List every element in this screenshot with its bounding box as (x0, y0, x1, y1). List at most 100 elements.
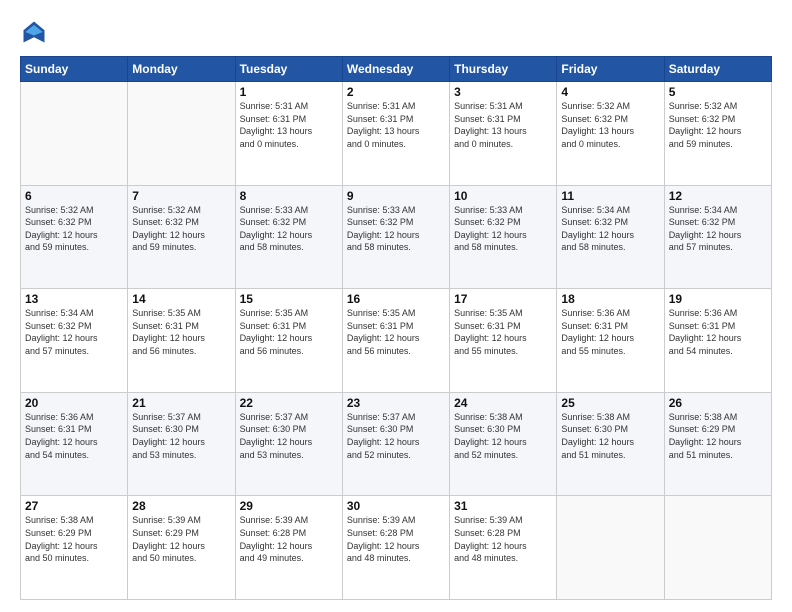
header (20, 18, 772, 46)
day-number: 9 (347, 189, 445, 203)
calendar-cell: 15Sunrise: 5:35 AM Sunset: 6:31 PM Dayli… (235, 289, 342, 393)
day-info: Sunrise: 5:37 AM Sunset: 6:30 PM Dayligh… (240, 411, 338, 461)
calendar-cell: 12Sunrise: 5:34 AM Sunset: 6:32 PM Dayli… (664, 185, 771, 289)
day-number: 27 (25, 499, 123, 513)
day-number: 29 (240, 499, 338, 513)
day-number: 18 (561, 292, 659, 306)
calendar-cell: 10Sunrise: 5:33 AM Sunset: 6:32 PM Dayli… (450, 185, 557, 289)
day-number: 22 (240, 396, 338, 410)
day-number: 25 (561, 396, 659, 410)
calendar-cell: 13Sunrise: 5:34 AM Sunset: 6:32 PM Dayli… (21, 289, 128, 393)
calendar-cell: 24Sunrise: 5:38 AM Sunset: 6:30 PM Dayli… (450, 392, 557, 496)
day-number: 6 (25, 189, 123, 203)
calendar-cell: 17Sunrise: 5:35 AM Sunset: 6:31 PM Dayli… (450, 289, 557, 393)
day-number: 10 (454, 189, 552, 203)
day-number: 24 (454, 396, 552, 410)
col-header-saturday: Saturday (664, 57, 771, 82)
calendar-cell (664, 496, 771, 600)
day-info: Sunrise: 5:37 AM Sunset: 6:30 PM Dayligh… (132, 411, 230, 461)
day-info: Sunrise: 5:39 AM Sunset: 6:28 PM Dayligh… (454, 514, 552, 564)
day-number: 19 (669, 292, 767, 306)
day-number: 30 (347, 499, 445, 513)
week-row-5: 27Sunrise: 5:38 AM Sunset: 6:29 PM Dayli… (21, 496, 772, 600)
col-header-friday: Friday (557, 57, 664, 82)
day-info: Sunrise: 5:36 AM Sunset: 6:31 PM Dayligh… (561, 307, 659, 357)
day-info: Sunrise: 5:36 AM Sunset: 6:31 PM Dayligh… (25, 411, 123, 461)
day-number: 8 (240, 189, 338, 203)
calendar-cell: 21Sunrise: 5:37 AM Sunset: 6:30 PM Dayli… (128, 392, 235, 496)
day-info: Sunrise: 5:34 AM Sunset: 6:32 PM Dayligh… (669, 204, 767, 254)
week-row-2: 6Sunrise: 5:32 AM Sunset: 6:32 PM Daylig… (21, 185, 772, 289)
calendar-table: SundayMondayTuesdayWednesdayThursdayFrid… (20, 56, 772, 600)
calendar-cell: 26Sunrise: 5:38 AM Sunset: 6:29 PM Dayli… (664, 392, 771, 496)
day-number: 31 (454, 499, 552, 513)
day-info: Sunrise: 5:39 AM Sunset: 6:29 PM Dayligh… (132, 514, 230, 564)
calendar-cell: 6Sunrise: 5:32 AM Sunset: 6:32 PM Daylig… (21, 185, 128, 289)
day-number: 3 (454, 85, 552, 99)
calendar-cell: 23Sunrise: 5:37 AM Sunset: 6:30 PM Dayli… (342, 392, 449, 496)
day-info: Sunrise: 5:39 AM Sunset: 6:28 PM Dayligh… (240, 514, 338, 564)
day-number: 23 (347, 396, 445, 410)
day-info: Sunrise: 5:33 AM Sunset: 6:32 PM Dayligh… (454, 204, 552, 254)
day-info: Sunrise: 5:37 AM Sunset: 6:30 PM Dayligh… (347, 411, 445, 461)
col-header-sunday: Sunday (21, 57, 128, 82)
calendar-cell: 7Sunrise: 5:32 AM Sunset: 6:32 PM Daylig… (128, 185, 235, 289)
calendar-cell: 25Sunrise: 5:38 AM Sunset: 6:30 PM Dayli… (557, 392, 664, 496)
day-number: 20 (25, 396, 123, 410)
day-info: Sunrise: 5:35 AM Sunset: 6:31 PM Dayligh… (454, 307, 552, 357)
calendar-cell: 1Sunrise: 5:31 AM Sunset: 6:31 PM Daylig… (235, 82, 342, 186)
calendar-cell: 19Sunrise: 5:36 AM Sunset: 6:31 PM Dayli… (664, 289, 771, 393)
calendar-cell: 8Sunrise: 5:33 AM Sunset: 6:32 PM Daylig… (235, 185, 342, 289)
day-info: Sunrise: 5:32 AM Sunset: 6:32 PM Dayligh… (25, 204, 123, 254)
calendar-cell: 31Sunrise: 5:39 AM Sunset: 6:28 PM Dayli… (450, 496, 557, 600)
day-info: Sunrise: 5:38 AM Sunset: 6:30 PM Dayligh… (454, 411, 552, 461)
day-info: Sunrise: 5:32 AM Sunset: 6:32 PM Dayligh… (132, 204, 230, 254)
day-number: 15 (240, 292, 338, 306)
day-number: 13 (25, 292, 123, 306)
day-info: Sunrise: 5:35 AM Sunset: 6:31 PM Dayligh… (240, 307, 338, 357)
day-info: Sunrise: 5:36 AM Sunset: 6:31 PM Dayligh… (669, 307, 767, 357)
calendar-cell: 22Sunrise: 5:37 AM Sunset: 6:30 PM Dayli… (235, 392, 342, 496)
day-number: 11 (561, 189, 659, 203)
day-info: Sunrise: 5:31 AM Sunset: 6:31 PM Dayligh… (347, 100, 445, 150)
day-number: 7 (132, 189, 230, 203)
day-number: 12 (669, 189, 767, 203)
calendar-cell: 18Sunrise: 5:36 AM Sunset: 6:31 PM Dayli… (557, 289, 664, 393)
calendar-cell: 4Sunrise: 5:32 AM Sunset: 6:32 PM Daylig… (557, 82, 664, 186)
week-row-4: 20Sunrise: 5:36 AM Sunset: 6:31 PM Dayli… (21, 392, 772, 496)
calendar-cell: 29Sunrise: 5:39 AM Sunset: 6:28 PM Dayli… (235, 496, 342, 600)
calendar-cell: 27Sunrise: 5:38 AM Sunset: 6:29 PM Dayli… (21, 496, 128, 600)
day-number: 4 (561, 85, 659, 99)
day-info: Sunrise: 5:35 AM Sunset: 6:31 PM Dayligh… (347, 307, 445, 357)
day-info: Sunrise: 5:39 AM Sunset: 6:28 PM Dayligh… (347, 514, 445, 564)
calendar-cell: 3Sunrise: 5:31 AM Sunset: 6:31 PM Daylig… (450, 82, 557, 186)
day-info: Sunrise: 5:33 AM Sunset: 6:32 PM Dayligh… (347, 204, 445, 254)
day-number: 16 (347, 292, 445, 306)
col-header-wednesday: Wednesday (342, 57, 449, 82)
calendar-cell: 20Sunrise: 5:36 AM Sunset: 6:31 PM Dayli… (21, 392, 128, 496)
col-header-monday: Monday (128, 57, 235, 82)
calendar-cell: 16Sunrise: 5:35 AM Sunset: 6:31 PM Dayli… (342, 289, 449, 393)
day-info: Sunrise: 5:32 AM Sunset: 6:32 PM Dayligh… (669, 100, 767, 150)
calendar-cell (21, 82, 128, 186)
day-info: Sunrise: 5:32 AM Sunset: 6:32 PM Dayligh… (561, 100, 659, 150)
calendar-cell: 14Sunrise: 5:35 AM Sunset: 6:31 PM Dayli… (128, 289, 235, 393)
day-number: 28 (132, 499, 230, 513)
day-info: Sunrise: 5:31 AM Sunset: 6:31 PM Dayligh… (454, 100, 552, 150)
day-info: Sunrise: 5:34 AM Sunset: 6:32 PM Dayligh… (561, 204, 659, 254)
day-info: Sunrise: 5:38 AM Sunset: 6:29 PM Dayligh… (669, 411, 767, 461)
day-info: Sunrise: 5:31 AM Sunset: 6:31 PM Dayligh… (240, 100, 338, 150)
week-row-1: 1Sunrise: 5:31 AM Sunset: 6:31 PM Daylig… (21, 82, 772, 186)
logo (20, 18, 52, 46)
calendar-cell (128, 82, 235, 186)
day-number: 17 (454, 292, 552, 306)
calendar-cell: 9Sunrise: 5:33 AM Sunset: 6:32 PM Daylig… (342, 185, 449, 289)
col-header-tuesday: Tuesday (235, 57, 342, 82)
day-number: 14 (132, 292, 230, 306)
day-info: Sunrise: 5:35 AM Sunset: 6:31 PM Dayligh… (132, 307, 230, 357)
page: SundayMondayTuesdayWednesdayThursdayFrid… (0, 0, 792, 612)
calendar-cell: 28Sunrise: 5:39 AM Sunset: 6:29 PM Dayli… (128, 496, 235, 600)
day-number: 5 (669, 85, 767, 99)
logo-icon (20, 18, 48, 46)
calendar-cell: 11Sunrise: 5:34 AM Sunset: 6:32 PM Dayli… (557, 185, 664, 289)
